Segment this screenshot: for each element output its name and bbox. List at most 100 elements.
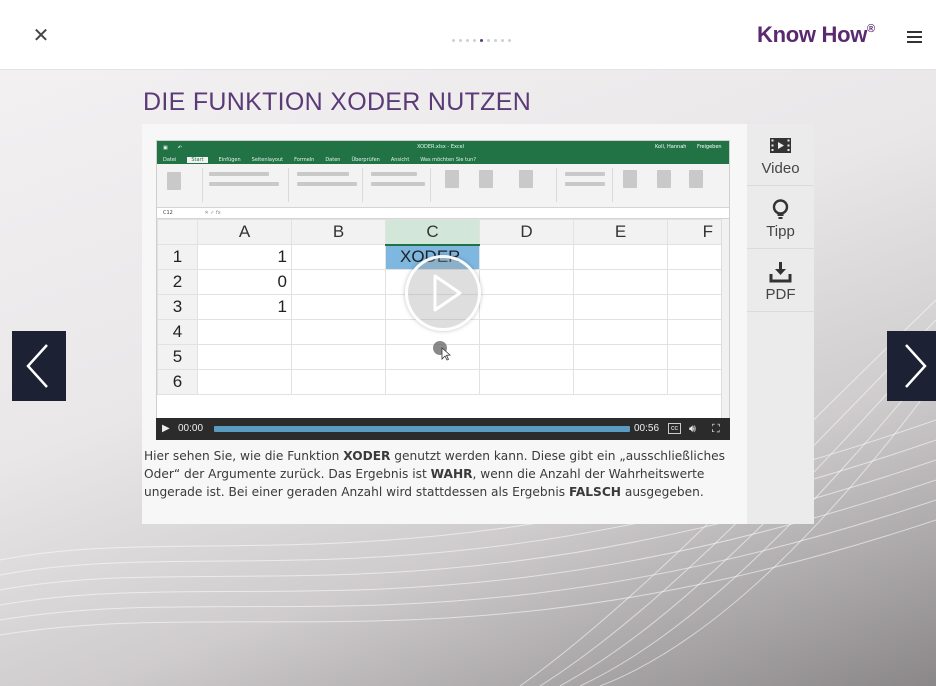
sidebar-item-tipp[interactable]: Tipp bbox=[747, 187, 814, 249]
lightbulb-icon bbox=[772, 199, 789, 219]
excel-tab: Seitenlayout bbox=[251, 156, 284, 163]
excel-tab: Datei bbox=[163, 156, 177, 163]
excel-ribbon bbox=[157, 164, 729, 208]
cell-a[interactable] bbox=[197, 319, 292, 345]
cell-d[interactable] bbox=[479, 294, 574, 320]
cell-e[interactable] bbox=[573, 344, 668, 370]
row-header[interactable]: 1 bbox=[157, 244, 198, 270]
excel-tab: Daten bbox=[325, 156, 341, 163]
excel-user: Koll, Hannah bbox=[655, 144, 687, 150]
row-header[interactable]: 6 bbox=[157, 369, 198, 395]
sidebar-item-label: Video bbox=[761, 160, 800, 177]
sidebar-item-video[interactable]: Video bbox=[747, 124, 814, 186]
page-dot[interactable] bbox=[452, 39, 455, 42]
cell-f[interactable] bbox=[667, 369, 722, 395]
excel-tab: Ansicht bbox=[390, 156, 410, 163]
cell-a[interactable] bbox=[197, 344, 292, 370]
brand-mark: ® bbox=[867, 22, 875, 35]
next-page-button[interactable] bbox=[887, 331, 936, 401]
sidebar-item-label: Tipp bbox=[766, 223, 795, 240]
excel-title-bar: ▣ ↶ XODER.xlsx - Excel Koll, Hannah Frei… bbox=[157, 141, 729, 155]
row-header[interactable]: 4 bbox=[157, 319, 198, 345]
column-header: B bbox=[291, 219, 386, 245]
cell-e[interactable] bbox=[573, 319, 668, 345]
page-dot[interactable] bbox=[480, 39, 483, 42]
cell-a[interactable]: 0 bbox=[197, 269, 292, 295]
column-header: E bbox=[573, 219, 668, 245]
media-sidebar: Video Tipp PDF bbox=[747, 124, 814, 524]
page-dot[interactable] bbox=[487, 39, 490, 42]
page-dot[interactable] bbox=[466, 39, 469, 42]
save-icon: ▣ bbox=[163, 145, 168, 151]
sidebar-item-pdf[interactable]: PDF bbox=[747, 250, 814, 312]
row-header[interactable]: 3 bbox=[157, 294, 198, 320]
cell-e[interactable] bbox=[573, 294, 668, 320]
column-header: C bbox=[385, 219, 480, 246]
sidebar-item-label: PDF bbox=[765, 286, 796, 303]
cell-d[interactable] bbox=[479, 319, 574, 345]
closed-captions-button[interactable]: cc bbox=[668, 423, 681, 434]
description-text: Hier sehen Sie, wie die Funktion XODER g… bbox=[144, 447, 740, 501]
page-title: DIE FUNKTION XODER NUTZEN bbox=[143, 88, 532, 116]
video-controls: ▶ 00:00 00:56 cc 🔊︎ ⛶ bbox=[156, 418, 730, 440]
cell-b[interactable] bbox=[291, 244, 386, 270]
menu-icon[interactable] bbox=[905, 31, 922, 45]
excel-tab: Start bbox=[187, 156, 208, 163]
cell-c[interactable] bbox=[385, 369, 480, 395]
page-dot[interactable] bbox=[459, 39, 462, 42]
undo-icon: ↶ bbox=[177, 145, 182, 151]
fullscreen-icon[interactable]: ⛶ bbox=[712, 418, 720, 440]
chevron-left-icon bbox=[26, 344, 48, 388]
cell-b[interactable] bbox=[291, 369, 386, 395]
cell-e[interactable] bbox=[573, 269, 668, 295]
cell-a[interactable]: 1 bbox=[197, 294, 292, 320]
play-button[interactable] bbox=[405, 255, 481, 331]
cell-f[interactable] bbox=[667, 344, 722, 370]
cell-d[interactable] bbox=[479, 269, 574, 295]
page-indicator bbox=[452, 39, 511, 42]
row-header[interactable]: 5 bbox=[157, 344, 198, 370]
volume-icon[interactable]: 🔊︎ bbox=[689, 418, 696, 440]
cell-b[interactable] bbox=[291, 344, 386, 370]
chevron-right-icon bbox=[905, 344, 927, 388]
description-keyword: FALSCH bbox=[568, 485, 621, 499]
progress-bar[interactable] bbox=[214, 426, 630, 432]
cell-f[interactable] bbox=[667, 319, 722, 345]
page-dot[interactable] bbox=[508, 39, 511, 42]
description-keyword: WAHR bbox=[430, 467, 473, 481]
cell-b[interactable] bbox=[291, 294, 386, 320]
close-icon[interactable]: ✕ bbox=[30, 24, 52, 46]
play-icon[interactable]: ▶ bbox=[162, 418, 170, 440]
brand-name: Know How bbox=[757, 22, 868, 47]
brand-logo: Know How® bbox=[757, 22, 875, 48]
cell-a[interactable] bbox=[197, 369, 292, 395]
cell-e[interactable] bbox=[573, 244, 668, 270]
cell-e[interactable] bbox=[573, 369, 668, 395]
cell-b[interactable] bbox=[291, 319, 386, 345]
excel-formula-bar: C12 ✕ ✓ fx bbox=[157, 208, 729, 219]
duration: 00:56 bbox=[634, 423, 660, 434]
cell-d[interactable] bbox=[479, 369, 574, 395]
column-header: F bbox=[667, 219, 722, 245]
excel-ribbon-tabs: Datei Start Einfügen Seitenlayout Formeln Dat… bbox=[157, 155, 729, 164]
cell-b[interactable] bbox=[291, 269, 386, 295]
excel-scrollbar bbox=[721, 219, 729, 439]
previous-page-button[interactable] bbox=[12, 331, 66, 401]
cell-d[interactable] bbox=[479, 344, 574, 370]
page-dot[interactable] bbox=[473, 39, 476, 42]
cell-f[interactable] bbox=[667, 294, 722, 320]
row-header[interactable]: 2 bbox=[157, 269, 198, 295]
excel-tab: Was möchten Sie tun? bbox=[420, 156, 477, 163]
page-dot[interactable] bbox=[494, 39, 497, 42]
excel-tab: Überprüfen bbox=[351, 156, 380, 163]
cell-f[interactable] bbox=[667, 269, 722, 295]
cell-f[interactable] bbox=[667, 244, 722, 270]
table-row: 6 bbox=[157, 369, 722, 395]
cell-d[interactable] bbox=[479, 244, 574, 270]
download-icon bbox=[769, 262, 792, 283]
excel-share: Freigeben bbox=[697, 144, 722, 150]
page-dot[interactable] bbox=[501, 39, 504, 42]
excel-tab: Einfügen bbox=[218, 156, 241, 163]
cell-a[interactable]: 1 bbox=[197, 244, 292, 270]
excel-tab: Formeln bbox=[294, 156, 315, 163]
